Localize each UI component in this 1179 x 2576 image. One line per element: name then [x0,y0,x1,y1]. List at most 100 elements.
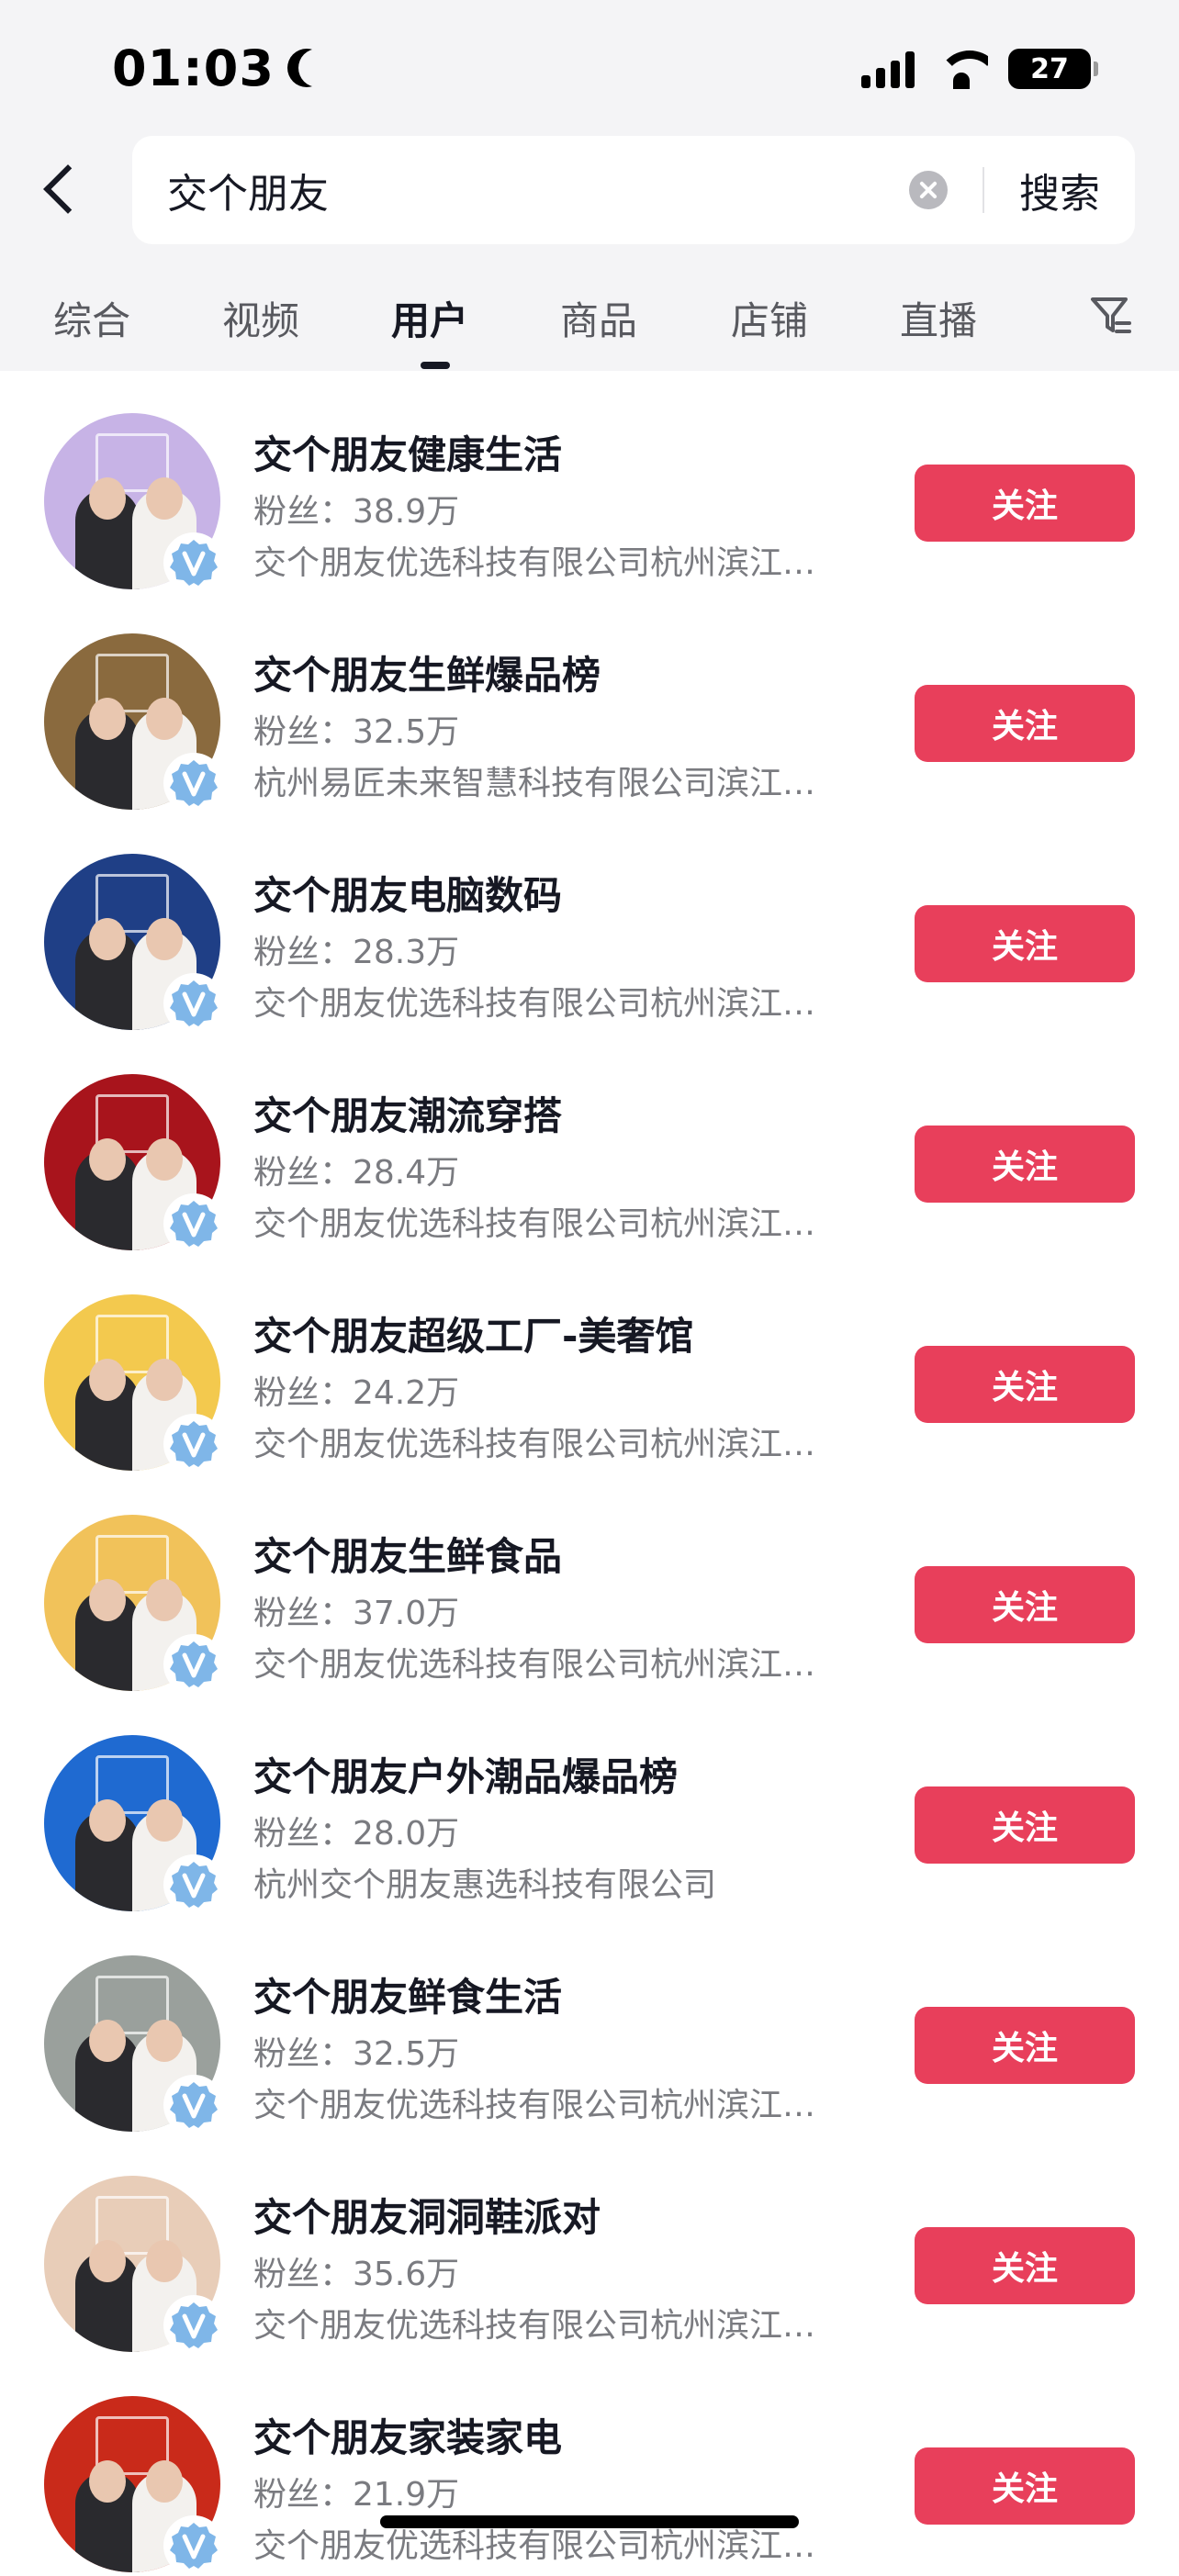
tab-stores[interactable]: 店铺 [731,290,808,346]
person-head [89,1138,126,1181]
person-head [89,918,126,960]
person-head [146,1138,183,1181]
user-row[interactable]: 交个朋友生鲜食品 粉丝：37.0万 交个朋友优选科技有限公司杭州滨江… 关注 [0,1473,1179,1695]
follow-button[interactable]: 关注 [915,1566,1135,1643]
verified-badge-icon [163,2515,224,2576]
tab-products[interactable]: 商品 [560,290,637,346]
person-head [146,477,183,520]
tab-live[interactable]: 直播 [900,290,977,346]
user-description: 交个朋友优选科技有限公司杭州滨江… [253,2307,816,2345]
battery-icon: 27 [1008,49,1098,89]
follower-count: 粉丝：38.9万 [253,493,460,531]
verified-badge-icon [163,1634,224,1695]
follower-count: 粉丝：28.3万 [253,934,460,971]
person-head [146,698,183,740]
follower-count: 粉丝：21.9万 [253,2476,460,2514]
moon-icon [298,49,337,87]
follower-count: 粉丝：37.0万 [253,1595,460,1632]
follow-button[interactable]: 关注 [915,1786,1135,1864]
user-description: 交个朋友优选科技有限公司杭州滨江… [253,1205,816,1243]
person-head [146,918,183,960]
person-head [146,1799,183,1842]
home-indicator [380,2515,799,2528]
verified-badge-icon [163,1193,224,1254]
follower-count: 粉丝：28.0万 [253,1815,460,1853]
user-name[interactable]: 交个朋友潮流穿搭 [253,1085,562,1141]
user-description: 交个朋友优选科技有限公司杭州滨江… [253,1426,816,1463]
user-description: 杭州交个朋友惠选科技有限公司 [253,1866,717,1904]
active-tab-indicator [421,362,450,369]
person-head [89,2020,126,2062]
tab-video[interactable]: 视频 [222,290,299,346]
user-description: 交个朋友优选科技有限公司杭州滨江… [253,1646,816,1684]
search-divider [982,167,984,213]
header: 01:03 27 交个朋友 搜索 综合 视频 用户 商品 店铺 直播 [0,0,1179,371]
user-description: 交个朋友优选科技有限公司杭州滨江… [253,985,816,1023]
status-icons: 27 [861,44,1098,94]
follow-button[interactable]: 关注 [915,2227,1135,2304]
user-name[interactable]: 交个朋友洞洞鞋派对 [253,2187,601,2243]
status-time: 01:03 [112,39,326,97]
follower-count: 粉丝：32.5万 [253,2035,460,2073]
filter-icon[interactable] [1089,294,1133,338]
user-row[interactable]: 交个朋友家装家电 粉丝：21.9万 交个朋友优选科技有限公司杭州滨江… 关注 [0,2354,1179,2576]
battery-level: 27 [1030,52,1069,85]
cellular-signal-icon [861,50,915,88]
verified-badge-icon [163,1414,224,1474]
user-row[interactable]: 交个朋友鲜食生活 粉丝：32.5万 交个朋友优选科技有限公司杭州滨江… 关注 [0,1913,1179,2135]
follower-count: 粉丝：28.4万 [253,1154,460,1192]
user-name[interactable]: 交个朋友家装家电 [253,2407,562,2463]
person-head [146,1359,183,1401]
person-head [89,1359,126,1401]
follower-count: 粉丝：24.2万 [253,1374,460,1412]
user-row[interactable]: 交个朋友电脑数码 粉丝：28.3万 交个朋友优选科技有限公司杭州滨江… 关注 [0,812,1179,1034]
person-head [89,1799,126,1842]
person-head [89,1579,126,1621]
person-head [146,1579,183,1621]
person-head [146,2240,183,2282]
follow-button[interactable]: 关注 [915,2007,1135,2084]
user-row[interactable]: 交个朋友潮流穿搭 粉丝：28.4万 交个朋友优选科技有限公司杭州滨江… 关注 [0,1032,1179,1254]
follow-button[interactable]: 关注 [915,905,1135,982]
wifi-icon [935,49,988,89]
verified-badge-icon [163,1854,224,1915]
follow-button[interactable]: 关注 [915,1126,1135,1203]
follower-count: 粉丝：32.5万 [253,713,460,751]
back-chevron-icon[interactable] [33,156,88,222]
user-description: 交个朋友优选科技有限公司杭州滨江… [253,2087,816,2124]
follow-button[interactable]: 关注 [915,685,1135,762]
user-row[interactable]: 交个朋友洞洞鞋派对 粉丝：35.6万 交个朋友优选科技有限公司杭州滨江… 关注 [0,2134,1179,2356]
user-row[interactable]: 交个朋友户外潮品爆品榜 粉丝：28.0万 杭州交个朋友惠选科技有限公司 关注 [0,1693,1179,1915]
person-head [89,477,126,520]
user-row[interactable]: 交个朋友健康生活 粉丝：38.9万 交个朋友优选科技有限公司杭州滨江… 关注 [0,371,1179,593]
user-row[interactable]: 交个朋友超级工厂-美奢馆 粉丝：24.2万 交个朋友优选科技有限公司杭州滨江… … [0,1252,1179,1474]
user-name[interactable]: 交个朋友健康生活 [253,424,562,480]
person-head [146,2020,183,2062]
clear-icon[interactable] [909,171,948,209]
user-name[interactable]: 交个朋友超级工厂-美奢馆 [253,1305,693,1361]
follow-button[interactable]: 关注 [915,465,1135,542]
follow-button[interactable]: 关注 [915,2447,1135,2525]
verified-badge-icon [163,2295,224,2356]
user-name[interactable]: 交个朋友鲜食生活 [253,1966,562,2022]
search-input[interactable]: 交个朋友 [167,161,909,219]
verified-badge-icon [163,973,224,1034]
search-button[interactable]: 搜索 [1019,161,1100,219]
tab-comprehensive[interactable]: 综合 [53,290,130,346]
user-description: 交个朋友优选科技有限公司杭州滨江… [253,544,816,582]
person-head [89,698,126,740]
person-head [89,2240,126,2282]
user-description: 杭州易匠未来智慧科技有限公司滨江… [253,765,816,802]
verified-badge-icon [163,2075,224,2135]
user-name[interactable]: 交个朋友生鲜食品 [253,1526,562,1582]
user-name[interactable]: 交个朋友户外潮品爆品榜 [253,1746,678,1802]
follow-button[interactable]: 关注 [915,1346,1135,1423]
search-bar[interactable]: 交个朋友 搜索 [132,136,1135,244]
user-row[interactable]: 交个朋友生鲜爆品榜 粉丝：32.5万 杭州易匠未来智慧科技有限公司滨江… 关注 [0,591,1179,813]
person-head [89,2460,126,2503]
user-name[interactable]: 交个朋友生鲜爆品榜 [253,644,601,700]
tab-users[interactable]: 用户 [391,290,468,346]
user-name[interactable]: 交个朋友电脑数码 [253,865,562,921]
verified-badge-icon [163,532,224,593]
search-tabs: 综合 视频 用户 商品 店铺 直播 [0,275,1179,371]
